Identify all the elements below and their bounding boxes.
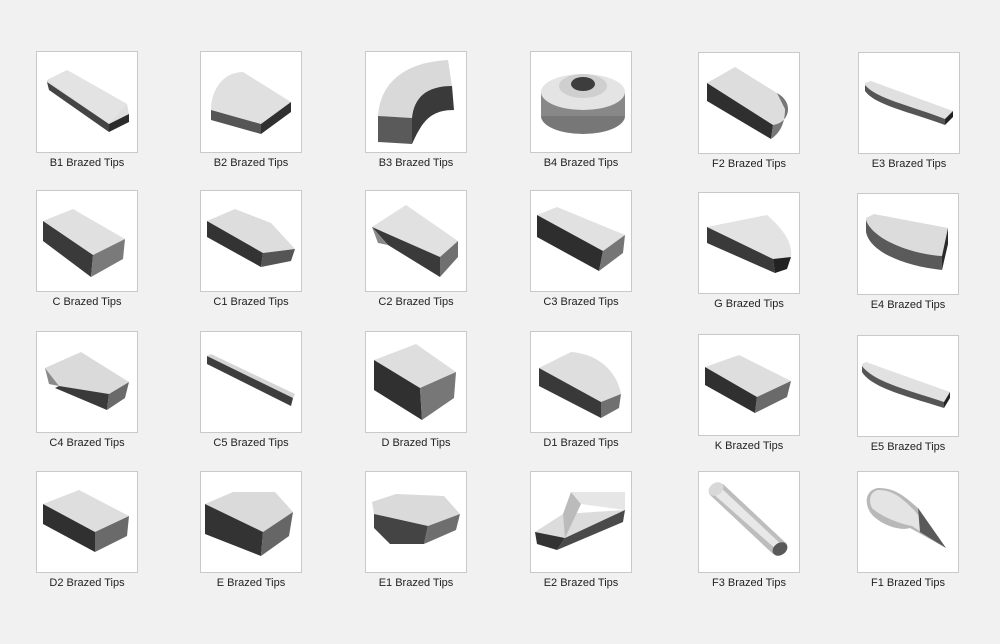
- c4-tip-icon: [36, 331, 138, 433]
- tip-label: C Brazed Tips: [52, 296, 122, 308]
- k-tip-icon: [698, 334, 800, 436]
- tip-label: B4 Brazed Tips: [543, 157, 619, 169]
- d-tip-icon: [365, 331, 467, 433]
- tip-label: E2 Brazed Tips: [543, 577, 619, 589]
- c2-tip-icon: [365, 190, 467, 292]
- c5-tip-icon: [200, 331, 302, 433]
- tip-label: D Brazed Tips: [381, 437, 451, 449]
- f1-tip-icon: [857, 471, 959, 573]
- tip-label: B3 Brazed Tips: [378, 157, 454, 169]
- tip-label: F1 Brazed Tips: [871, 577, 945, 589]
- b2-tip-icon: [200, 51, 302, 153]
- e2-tip-icon: [530, 471, 632, 573]
- e3-tip-icon: [858, 52, 960, 154]
- c3-tip-icon: [530, 190, 632, 292]
- tip-label: K Brazed Tips: [714, 440, 784, 452]
- c1-tip-icon: [200, 190, 302, 292]
- tip-label: F3 Brazed Tips: [712, 577, 786, 589]
- e5-tip-icon: [857, 335, 959, 437]
- b3-tip-icon: [365, 51, 467, 153]
- f3-tip-icon: [698, 471, 800, 573]
- tip-label: C2 Brazed Tips: [378, 296, 454, 308]
- tip-label: D1 Brazed Tips: [543, 437, 619, 449]
- b1-tip-icon: [36, 51, 138, 153]
- e-tip-icon: [200, 471, 302, 573]
- tip-label: E1 Brazed Tips: [378, 577, 454, 589]
- tip-label: C4 Brazed Tips: [49, 437, 125, 449]
- tip-label: E4 Brazed Tips: [870, 299, 946, 311]
- e1-tip-icon: [365, 471, 467, 573]
- tip-label: B2 Brazed Tips: [213, 157, 289, 169]
- tip-label: E Brazed Tips: [216, 577, 286, 589]
- b4-tip-icon: [530, 51, 632, 153]
- c-tip-icon: [36, 190, 138, 292]
- tip-label: C3 Brazed Tips: [543, 296, 619, 308]
- f2-tip-icon: [698, 52, 800, 154]
- tip-label: D2 Brazed Tips: [49, 577, 125, 589]
- tip-label: E3 Brazed Tips: [871, 158, 947, 170]
- d1-tip-icon: [530, 331, 632, 433]
- tip-label: C1 Brazed Tips: [213, 296, 289, 308]
- tip-label: G Brazed Tips: [714, 298, 784, 310]
- tip-label: B1 Brazed Tips: [49, 157, 125, 169]
- tip-label: E5 Brazed Tips: [870, 441, 946, 453]
- e4-tip-icon: [857, 193, 959, 295]
- brazed-tips-grid: B1 Brazed Tips B2 Brazed Tips B3 Brazed …: [0, 0, 1000, 644]
- d2-tip-icon: [36, 471, 138, 573]
- tip-label: F2 Brazed Tips: [712, 158, 786, 170]
- g-tip-icon: [698, 192, 800, 294]
- tip-label: C5 Brazed Tips: [213, 437, 289, 449]
